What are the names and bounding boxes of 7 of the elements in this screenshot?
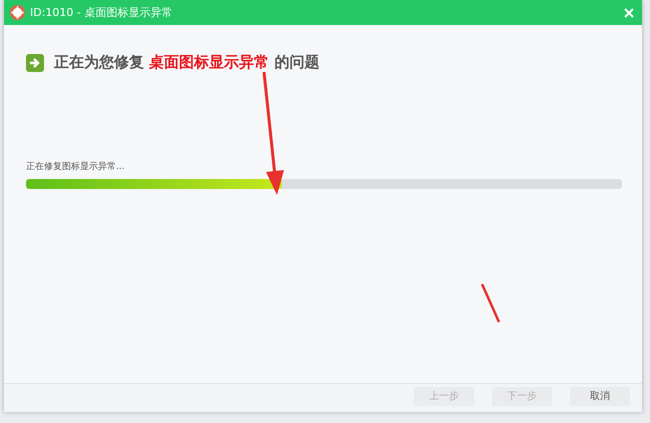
close-icon[interactable] [624, 8, 634, 18]
window-title: ID:1010 - 桌面图标显示异常 [30, 5, 174, 20]
heading-text: 正在为您修复 桌面图标显示异常 的问题 [54, 53, 320, 72]
annotation-line-drawing [481, 284, 501, 324]
dialog-button[interactable]: 取消 [570, 386, 630, 406]
lifebuoy-icon [10, 5, 25, 20]
status-text: 正在修复图标显示异常... [26, 160, 126, 173]
